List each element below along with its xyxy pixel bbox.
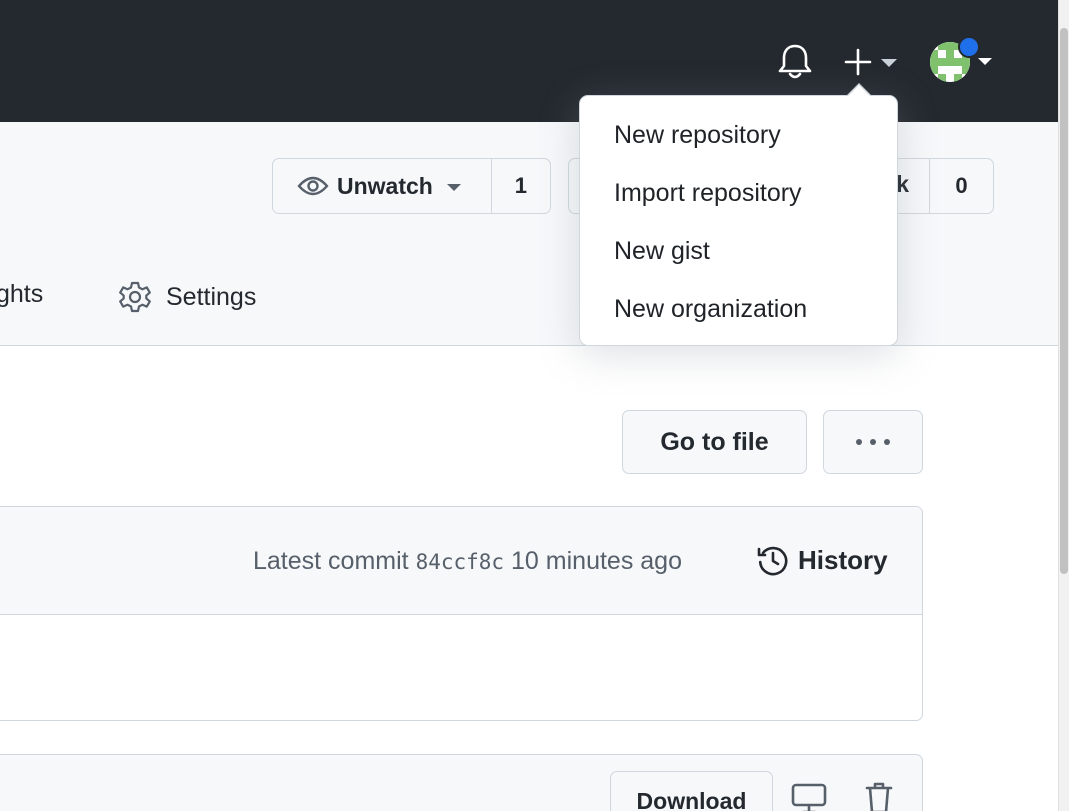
desktop-icon[interactable] xyxy=(790,782,828,811)
history-link[interactable]: History xyxy=(756,543,888,577)
latest-commit-info: Latest commit 84ccf8c 10 minutes ago xyxy=(253,547,682,576)
plus-icon xyxy=(844,48,872,76)
trash-icon[interactable] xyxy=(864,780,894,811)
menu-item-new-gist[interactable]: New gist xyxy=(580,230,897,288)
bell-icon[interactable] xyxy=(776,42,814,82)
create-new-menu: New repository Import repository New gis… xyxy=(579,95,898,346)
status-badge xyxy=(958,36,980,58)
watch-count[interactable]: 1 xyxy=(492,159,550,213)
caret-down-icon xyxy=(881,59,897,67)
fork-count[interactable]: 0 xyxy=(929,159,993,213)
caret-down-icon xyxy=(446,184,461,191)
go-to-file-button[interactable]: Go to file xyxy=(622,410,807,474)
kebab-horizontal-icon xyxy=(856,439,890,445)
menu-item-import-repository[interactable]: Import repository xyxy=(580,172,897,230)
tab-settings-label: Settings xyxy=(166,282,257,311)
caret-down-icon[interactable] xyxy=(978,58,992,65)
dropdown-caret-fill xyxy=(847,85,871,97)
download-button[interactable]: Download xyxy=(610,771,773,811)
history-icon xyxy=(757,546,788,576)
file-header xyxy=(0,754,923,811)
unwatch-label: Unwatch xyxy=(337,172,433,199)
latest-commit-label: Latest commit xyxy=(253,547,409,575)
commit-time: 10 minutes ago xyxy=(511,547,682,575)
tab-insights[interactable]: ghts xyxy=(0,280,43,309)
menu-item-new-repository[interactable]: New repository xyxy=(580,114,897,172)
watch-button-group: Unwatch 1 xyxy=(272,158,551,214)
tab-settings[interactable]: Settings xyxy=(118,280,256,314)
fork-label[interactable]: k xyxy=(896,171,909,198)
history-label: History xyxy=(798,544,888,575)
unwatch-button[interactable]: Unwatch xyxy=(273,159,492,213)
menu-item-new-organization[interactable]: New organization xyxy=(580,288,897,346)
tab-insights-label: ghts xyxy=(0,280,44,308)
latest-commit-box: Latest commit 84ccf8c 10 minutes ago His… xyxy=(0,506,923,721)
commit-bar: Latest commit 84ccf8c 10 minutes ago His… xyxy=(0,507,922,615)
more-options-button[interactable] xyxy=(823,410,923,474)
eye-icon xyxy=(297,176,329,196)
create-new-button[interactable] xyxy=(840,42,902,82)
scrollbar-thumb[interactable] xyxy=(1060,28,1068,574)
commit-sha-link[interactable]: 84ccf8c xyxy=(416,550,505,574)
gear-icon xyxy=(119,281,151,313)
